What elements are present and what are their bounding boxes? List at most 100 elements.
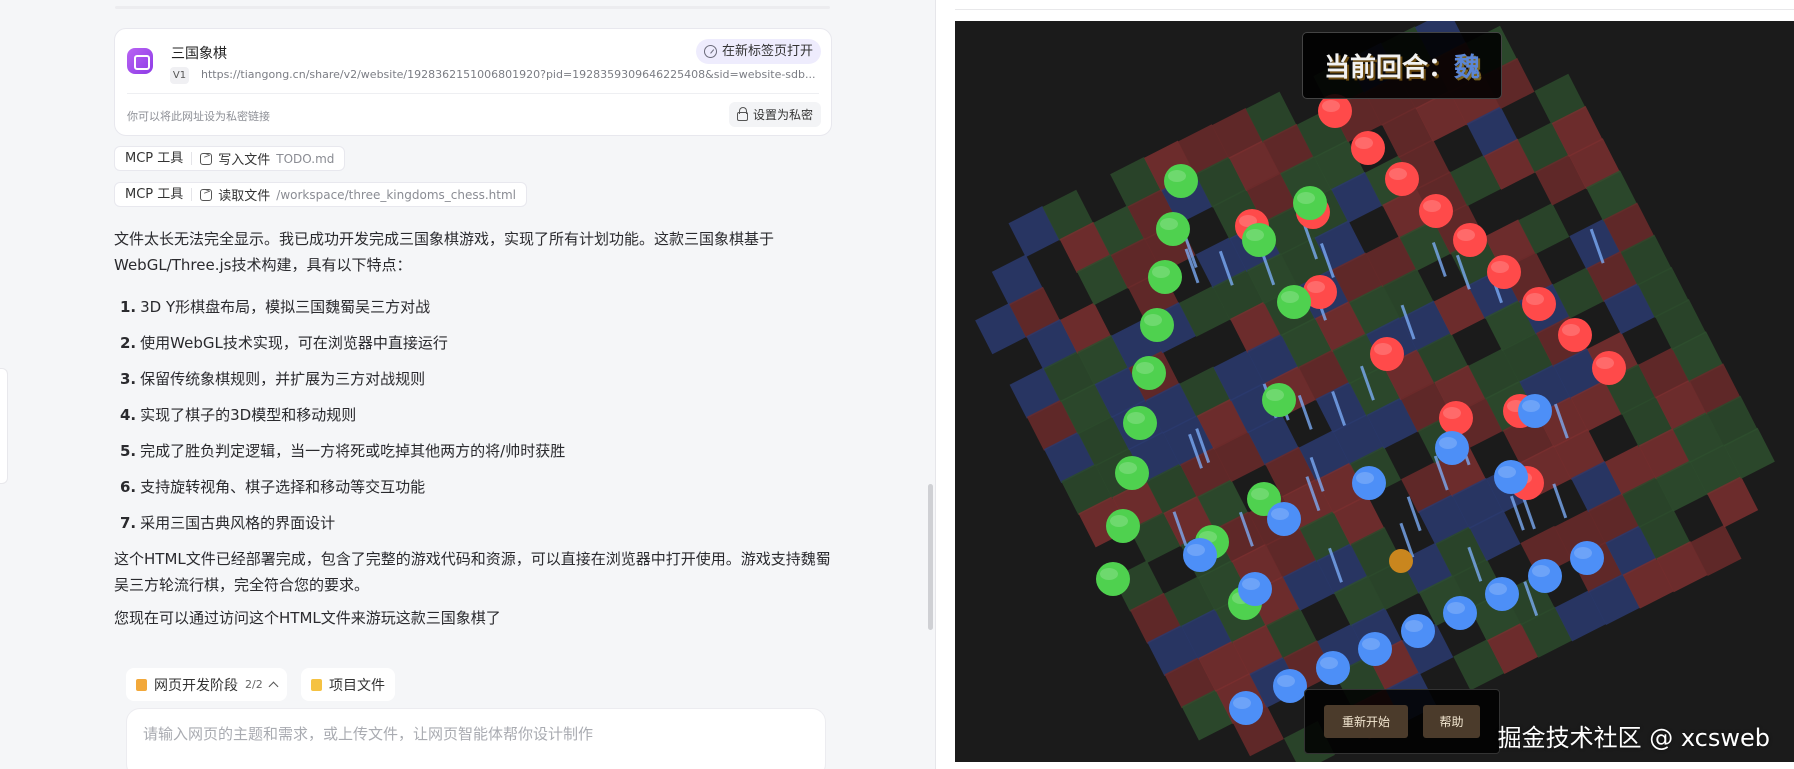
blue-piece-highlight (1439, 437, 1457, 449)
board-line (1552, 483, 1568, 519)
green-piece-highlight (1251, 488, 1269, 500)
chevron-up-icon (268, 681, 279, 692)
red-piece-highlight (1526, 293, 1544, 305)
restart-button[interactable]: 重新开始 (1324, 705, 1408, 738)
chat-panel: 三国象棋 V1 https://tiangong.cn/share/v2/web… (0, 0, 935, 769)
open-new-tab-button[interactable]: 在新标签页打开 (695, 39, 821, 64)
feature-item: 4. 实现了棋子的3D模型和移动规则 (120, 404, 356, 425)
feature-num: 5. (120, 442, 137, 460)
message-intro: 文件太长无法完全显示。我已成功开发完成三国象棋游戏，实现了所有计划功能。这款三国… (114, 230, 775, 274)
terminal-icon (200, 151, 213, 165)
green-piece-highlight (1281, 291, 1299, 303)
stage-count: 2/2 (245, 678, 263, 691)
message-deploy: 这个HTML文件已经部署完成，包含了完整的游戏代码和资源，可以直接在浏览器中打开… (114, 550, 831, 594)
feature-item: 7. 采用三国古典风格的界面设计 (120, 512, 335, 533)
tool-label: MCP 工具 (115, 152, 193, 165)
green-piece-highlight (1119, 462, 1137, 474)
green-piece-highlight (1168, 170, 1186, 182)
prompt-input-box[interactable] (126, 708, 826, 769)
red-piece-highlight (1596, 357, 1614, 369)
red-piece-highlight (1389, 168, 1407, 180)
blue-piece-highlight (1271, 508, 1289, 520)
green-piece-highlight (1127, 412, 1145, 424)
turn-indicator: 当前回合：魏 (1302, 32, 1502, 99)
lock-icon (736, 107, 748, 121)
feature-item: 6. 支持旋转视角、棋子选择和移动等交互功能 (120, 476, 425, 497)
blue-piece-highlight (1498, 466, 1516, 478)
feature-text: 采用三国古典风格的界面设计 (140, 514, 336, 532)
prompt-input[interactable] (143, 723, 813, 753)
stage-icon (136, 678, 147, 691)
message-closing: 您现在可以通过访问这个HTML文件来游玩这款三国象棋了 (114, 609, 501, 627)
game-board[interactable] (955, 21, 1794, 762)
panel-divider[interactable] (935, 0, 955, 769)
tool-label: MCP 工具 (115, 188, 193, 201)
feature-text: 3D Y形棋盘布局，模拟三国魏蜀吴三方对战 (140, 298, 431, 316)
green-piece-highlight (1160, 218, 1178, 230)
blue-piece-highlight (1277, 675, 1295, 687)
card-divider (127, 93, 819, 94)
project-files-chip[interactable]: 项目文件 (301, 668, 395, 701)
blue-piece-highlight (1405, 620, 1423, 632)
terminal-icon (200, 187, 213, 201)
blue-piece-highlight (1362, 638, 1380, 650)
website-title: 三国象棋 (171, 46, 227, 62)
red-piece-highlight (1374, 343, 1392, 355)
tool-call-write[interactable]: MCP 工具 写入文件 TODO.md (114, 146, 346, 171)
folder-icon (311, 678, 322, 691)
feature-item: 1. 3D Y形棋盘布局，模拟三国魏蜀吴三方对战 (120, 296, 430, 317)
side-collapse-handle[interactable] (0, 368, 8, 484)
turn-label: 当前回合： (1323, 53, 1454, 83)
blue-piece-highlight (1233, 697, 1251, 709)
game-canvas[interactable]: 当前回合：魏 重新开始 帮助 (955, 21, 1794, 762)
feature-item: 2. 使用WebGL技术实现，可在浏览器中直接运行 (120, 332, 448, 353)
blue-piece-highlight (1187, 544, 1205, 556)
green-piece-highlight (1152, 266, 1170, 278)
project-files-label: 项目文件 (329, 677, 385, 694)
green-piece-highlight (1297, 192, 1315, 204)
feature-num: 7. (120, 514, 137, 532)
tool-file: TODO.md (276, 151, 335, 166)
green-piece-highlight (1110, 515, 1128, 527)
red-piece-highlight (1562, 324, 1580, 336)
feature-num: 3. (120, 370, 137, 388)
green-piece-highlight (1266, 389, 1284, 401)
blue-piece-highlight (1489, 583, 1507, 595)
green-piece-highlight (1100, 568, 1118, 580)
blue-piece-highlight (1522, 400, 1540, 412)
feature-num: 6. (120, 478, 137, 496)
website-icon (127, 48, 153, 74)
feature-text: 支持旋转视角、棋子选择和移动等交互功能 (140, 478, 426, 496)
red-piece-highlight (1307, 281, 1325, 293)
feature-text: 使用WebGL技术实现，可在浏览器中直接运行 (140, 334, 448, 352)
red-piece-highlight (1322, 100, 1340, 112)
blue-piece-highlight (1356, 472, 1374, 484)
private-hint: 你可以将此网址设为私密链接 (127, 110, 270, 123)
page: 三国象棋 V1 https://tiangong.cn/share/v2/web… (0, 0, 1794, 769)
open-new-tab-label: 在新标签页打开 (721, 44, 813, 59)
tool-action: 读取文件 (218, 189, 271, 204)
website-card[interactable]: 三国象棋 V1 https://tiangong.cn/share/v2/web… (114, 28, 832, 136)
website-url[interactable]: https://tiangong.cn/share/v2/website/192… (201, 68, 816, 81)
feature-num: 1. (120, 298, 137, 316)
preview-top-divider (955, 9, 1794, 10)
feature-item: 3. 保留传统象棋规则，并扩展为三方对战规则 (120, 368, 425, 389)
tool-file: /workspace/three_kingdoms_chess.html (276, 187, 516, 202)
red-piece-highlight (1443, 407, 1461, 419)
game-controls: 重新开始 帮助 (1304, 689, 1500, 754)
red-piece-highlight (1491, 261, 1509, 273)
stage-chip[interactable]: 网页开发阶段 2/2 (126, 668, 287, 701)
blue-piece-highlight (1320, 657, 1338, 669)
blue-piece-highlight (1574, 547, 1592, 559)
tool-call-read[interactable]: MCP 工具 读取文件 /workspace/three_kingdoms_ch… (114, 182, 527, 207)
red-piece-highlight (1423, 200, 1441, 212)
chat-scrollbar[interactable] (928, 484, 933, 630)
set-private-button[interactable]: 设置为私密 (728, 102, 821, 127)
gold-marker (1389, 549, 1413, 573)
version-badge: V1 (170, 67, 189, 84)
feature-item: 5. 完成了胜负判定逻辑，当一方将死或吃掉其他两方的将/帅时获胜 (120, 440, 565, 461)
compass-icon (703, 45, 717, 58)
stage-label: 网页开发阶段 (154, 677, 238, 694)
help-button[interactable]: 帮助 (1423, 705, 1480, 738)
blue-piece-highlight (1447, 602, 1465, 614)
